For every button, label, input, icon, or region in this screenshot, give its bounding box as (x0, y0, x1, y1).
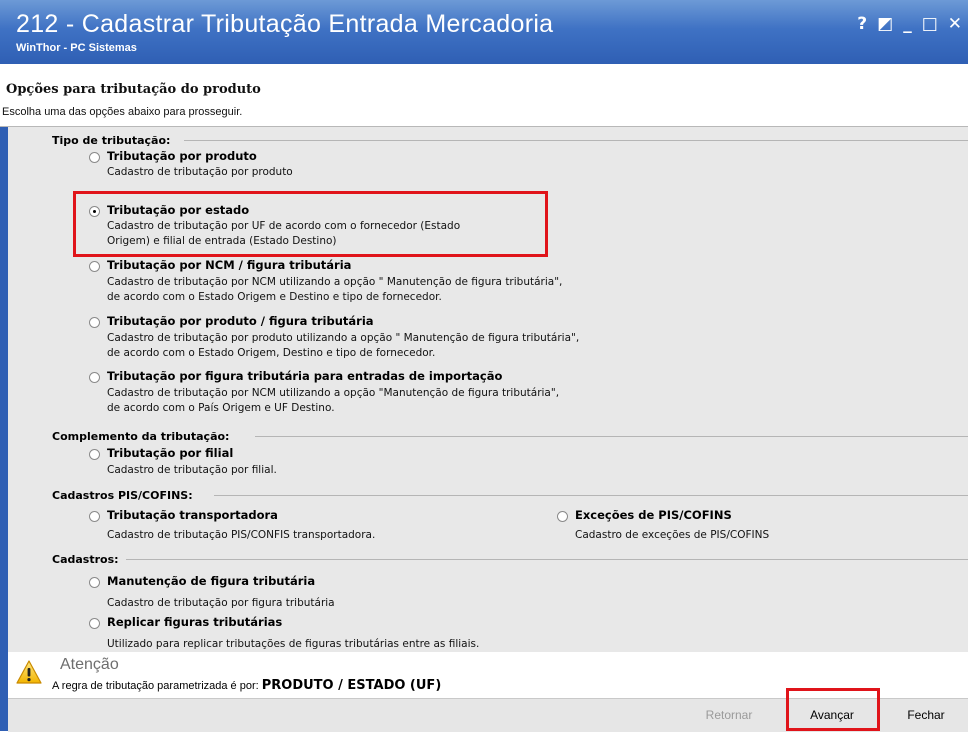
option-label: Tributação transportadora (107, 508, 278, 522)
option-label: Tributação por filial (107, 446, 234, 460)
option-desc: Cadastro de tributação por NCM utilizand… (107, 387, 560, 399)
option-label: Tributação por NCM / figura tributária (107, 258, 352, 272)
option-desc: Cadastro de tributação por filial. (107, 464, 277, 476)
group-complemento-line (255, 436, 968, 437)
radio-transportadora[interactable] (89, 511, 100, 522)
option-label: Tributação por produto (107, 149, 257, 163)
radio-ncm[interactable] (89, 261, 100, 272)
option-label: Tributação por figura tributária para en… (107, 369, 503, 383)
group-tipo-label: Tipo de tributação: (52, 134, 171, 147)
restore-icon[interactable]: ◩ (877, 14, 893, 34)
window-controls: ? ◩ _ □ ✕ (857, 14, 962, 34)
radio-replicar[interactable] (89, 618, 100, 629)
option-label: Tributação por produto / figura tributár… (107, 314, 374, 328)
close-button-label: Fechar (907, 708, 945, 722)
close-button[interactable]: Fechar (886, 699, 966, 732)
radio-produto[interactable] (89, 152, 100, 163)
highlight-estado (73, 191, 548, 257)
option-desc: Cadastro de tributação por produto utili… (107, 332, 580, 344)
window-title: 212 - Cadastrar Tributação Entrada Merca… (16, 10, 554, 38)
window-subtitle: WinThor - PC Sistemas (16, 42, 137, 54)
group-complemento-label: Complemento da tributação: (52, 430, 230, 443)
option-desc: de acordo com o Estado Origem e Destino … (107, 291, 442, 303)
option-desc: Cadastro de tributação PIS/CONFIS transp… (107, 529, 376, 541)
option-label: Exceções de PIS/COFINS (575, 508, 732, 522)
option-desc: de acordo com o Estado Origem, Destino e… (107, 347, 436, 359)
attention-text: A regra de tributação parametrizada é po… (52, 680, 259, 692)
attention-message: A regra de tributação parametrizada é po… (52, 678, 441, 693)
warning-icon (16, 660, 42, 684)
radio-filial[interactable] (89, 449, 100, 460)
group-cadastros-label: Cadastros: (52, 553, 119, 566)
attention-value: PRODUTO / ESTADO (UF) (261, 678, 442, 693)
attention-title: Atenção (60, 656, 119, 673)
option-desc: Cadastro de exceções de PIS/COFINS (575, 529, 770, 541)
option-desc: Utilizado para replicar tributações de f… (107, 638, 480, 650)
highlight-next-button (786, 688, 880, 731)
page-title: Opções para tributação do produto (6, 82, 261, 97)
back-button[interactable]: Retornar (688, 699, 770, 732)
close-icon[interactable]: ✕ (948, 14, 962, 34)
options-panel: Tipo de tributação: Tributação por produ… (8, 127, 968, 652)
radio-produto-figura[interactable] (89, 317, 100, 328)
radio-importacao[interactable] (89, 372, 100, 383)
page-subtitle: Escolha uma das opções abaixo para pross… (2, 106, 243, 118)
option-desc: de acordo com o País Origem e UF Destino… (107, 402, 335, 414)
group-tipo-line (184, 140, 968, 141)
option-label: Replicar figuras tributárias (107, 615, 283, 629)
radio-manutencao[interactable] (89, 577, 100, 588)
group-pis-line (214, 495, 968, 496)
back-button-label: Retornar (705, 708, 753, 722)
window-titlebar[interactable]: 212 - Cadastrar Tributação Entrada Merca… (0, 0, 968, 64)
option-desc: Cadastro de tributação por NCM utilizand… (107, 276, 563, 288)
option-desc: Cadastro de tributação por produto (107, 166, 293, 178)
header-panel: Opções para tributação do produto Escolh… (0, 64, 968, 127)
group-cadastros-line (126, 559, 968, 560)
option-label: Manutenção de figura tributária (107, 574, 316, 588)
help-icon[interactable]: ? (857, 14, 867, 34)
minimize-icon[interactable]: _ (903, 14, 912, 34)
group-pis-label: Cadastros PIS/COFINS: (52, 489, 193, 502)
option-desc: Cadastro de tributação por figura tribut… (107, 597, 335, 609)
maximize-icon[interactable]: □ (922, 14, 938, 34)
radio-excecoes[interactable] (557, 511, 568, 522)
window-left-frame (0, 64, 8, 731)
